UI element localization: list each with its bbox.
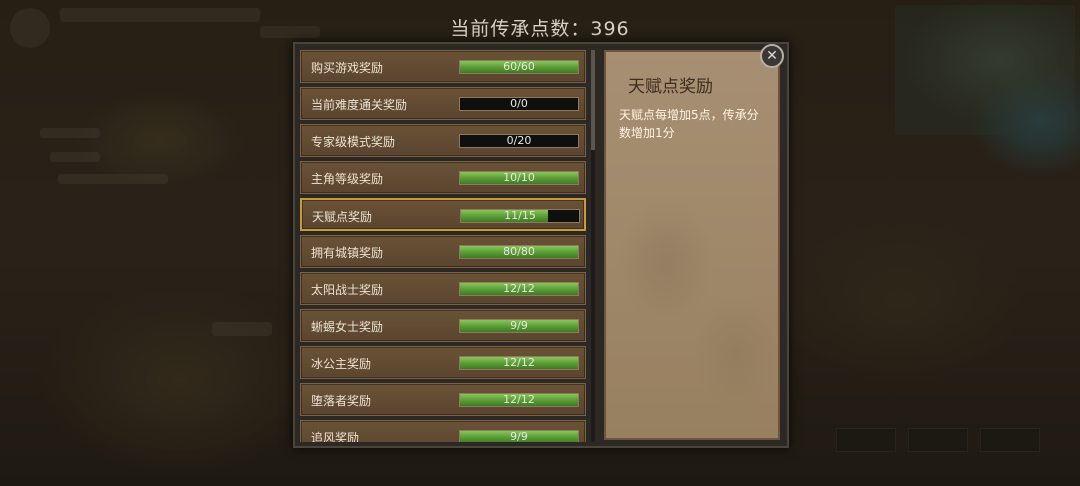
reward-list-scrollbar[interactable] bbox=[591, 50, 595, 442]
progress-text: 0/0 bbox=[510, 97, 528, 110]
progress-text: 9/9 bbox=[510, 319, 528, 332]
reward-row[interactable]: 天赋点奖励 11/15 bbox=[300, 198, 586, 231]
reward-row[interactable]: 购买游戏奖励 60/60 bbox=[300, 50, 586, 83]
progress-text: 12/12 bbox=[503, 282, 535, 295]
reward-label: 拥有城镇奖励 bbox=[311, 246, 384, 260]
reward-progress-bar: 12/12 bbox=[459, 393, 579, 407]
detail-title: 天赋点奖励 bbox=[628, 77, 713, 97]
reward-progress-bar: 11/15 bbox=[460, 209, 580, 223]
reward-list: 购买游戏奖励 60/60 当前难度通关奖励 0/0 专家级模式奖励 0/20 主角等级奖励 1… bbox=[300, 50, 588, 442]
progress-text: 11/15 bbox=[504, 209, 536, 222]
reward-label: 蜥蜴女士奖励 bbox=[311, 320, 384, 334]
reward-progress-bar: 12/12 bbox=[459, 282, 579, 296]
reward-progress-bar: 9/9 bbox=[459, 430, 579, 442]
progress-text: 10/10 bbox=[503, 171, 535, 184]
reward-label: 主角等级奖励 bbox=[311, 172, 384, 186]
reward-progress-bar: 0/20 bbox=[459, 134, 579, 148]
reward-row[interactable]: 专家级模式奖励 0/20 bbox=[300, 124, 586, 157]
reward-progress-bar: 80/80 bbox=[459, 245, 579, 259]
reward-detail-pane: 天赋点奖励 天赋点每增加5点，传承分数增加1分 bbox=[604, 50, 780, 440]
progress-text: 0/20 bbox=[506, 134, 532, 147]
reward-label: 冰公主奖励 bbox=[311, 357, 372, 371]
reward-progress-bar: 10/10 bbox=[459, 171, 579, 185]
progress-text: 80/80 bbox=[503, 245, 535, 258]
reward-progress-bar: 60/60 bbox=[459, 60, 579, 74]
reward-row[interactable]: 冰公主奖励 12/12 bbox=[300, 346, 586, 379]
reward-progress-bar: 9/9 bbox=[459, 319, 579, 333]
legacy-points-counter: 当前传承点数：396 bbox=[450, 18, 630, 40]
reward-label: 堕落者奖励 bbox=[311, 394, 372, 408]
reward-row[interactable]: 蜥蜴女士奖励 9/9 bbox=[300, 309, 586, 342]
reward-row[interactable]: 拥有城镇奖励 80/80 bbox=[300, 235, 586, 268]
scrollbar-thumb[interactable] bbox=[591, 50, 595, 150]
progress-text: 12/12 bbox=[503, 356, 535, 369]
reward-row[interactable]: 主角等级奖励 10/10 bbox=[300, 161, 586, 194]
progress-text: 9/9 bbox=[510, 430, 528, 443]
legacy-rewards-panel: 购买游戏奖励 60/60 当前难度通关奖励 0/0 专家级模式奖励 0/20 主角等级奖励 1… bbox=[293, 42, 789, 448]
close-icon: ✕ bbox=[766, 48, 778, 64]
detail-description: 天赋点每增加5点，传承分数增加1分 bbox=[619, 108, 759, 140]
progress-text: 12/12 bbox=[503, 393, 535, 406]
reward-label: 购买游戏奖励 bbox=[311, 61, 384, 75]
reward-label: 追风奖励 bbox=[311, 431, 360, 442]
reward-row[interactable]: 当前难度通关奖励 0/0 bbox=[300, 87, 586, 120]
reward-row[interactable]: 太阳战士奖励 12/12 bbox=[300, 272, 586, 305]
reward-label: 太阳战士奖励 bbox=[311, 283, 384, 297]
close-button[interactable]: ✕ bbox=[760, 44, 784, 68]
reward-row[interactable]: 堕落者奖励 12/12 bbox=[300, 383, 586, 416]
reward-label: 天赋点奖励 bbox=[312, 210, 373, 224]
progress-text: 60/60 bbox=[503, 60, 535, 73]
reward-label: 当前难度通关奖励 bbox=[311, 98, 408, 112]
reward-progress-bar: 0/0 bbox=[459, 97, 579, 111]
reward-row[interactable]: 追风奖励 9/9 bbox=[300, 420, 586, 442]
reward-progress-bar: 12/12 bbox=[459, 356, 579, 370]
reward-label: 专家级模式奖励 bbox=[311, 135, 396, 149]
